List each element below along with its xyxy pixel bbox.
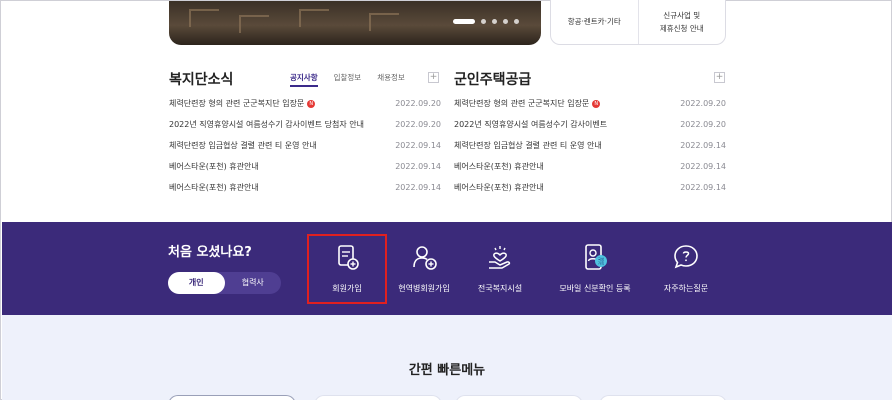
menu-label: 모바일 신분확인 등록 [559, 284, 631, 293]
signup-button[interactable]: 회원가입 [307, 234, 387, 304]
mobile-id-button[interactable]: 국방 가족 모바일 신분확인 등록 [555, 236, 635, 302]
list-item[interactable]: 체력단련장 입금협상 결렬 관련 티 운영 안내 2022.09.14 [454, 135, 726, 156]
welfare-news-title: 복지단소식 [169, 72, 234, 88]
toggle-personal[interactable]: 개인 [168, 272, 225, 294]
item-date: 2022.09.14 [680, 162, 726, 171]
user-plus-icon [413, 246, 437, 270]
banner-pagination [453, 19, 519, 24]
item-text: 베어스타운(포천) 휴관안내 [169, 183, 259, 192]
faq-button[interactable]: 자주하는질문 [648, 236, 724, 302]
menu-label: 전국복지시설 [477, 284, 523, 293]
new-badge: N [592, 99, 601, 108]
tab-notice[interactable]: 공지사항 [290, 72, 318, 87]
first-visit-title: 처음 오셨나요? [168, 245, 252, 260]
item-date: 2022.09.20 [395, 120, 441, 129]
menu-label: 자주하는질문 [663, 284, 709, 293]
item-date: 2022.09.14 [680, 141, 726, 150]
banner-chair-shape [299, 9, 329, 27]
member-type-toggle: 개인 협력사 [168, 272, 281, 294]
item-text: 베어스타운(포천) 휴관안내 [454, 183, 544, 192]
pagination-dot[interactable] [492, 19, 497, 24]
document-plus-icon [338, 245, 359, 270]
pagination-dot[interactable] [514, 19, 519, 24]
tab-recruit[interactable]: 채용정보 [377, 72, 405, 87]
pagination-dot[interactable] [481, 19, 486, 24]
first-visit-band: 처음 오셨나요? 개인 협력사 회원가입 현역병회원가입 전국복지시설 국방 가… [2, 222, 892, 327]
banner-chair-shape [369, 13, 399, 31]
item-date: 2022.09.20 [395, 99, 441, 108]
pagination-dot-active[interactable] [453, 19, 475, 24]
housing-list: 체력단련장 형의 관련 군군복지단 입장문 N 2022.09.20 2022년 … [454, 93, 726, 198]
item-text: 체력단련장 형의 관련 군군복지단 입장문 [169, 99, 305, 108]
item-date: 2022.09.14 [680, 183, 726, 192]
quick-menu-title: 간편 빠른메뉴 [408, 363, 486, 378]
faq-bubble-icon [674, 245, 698, 269]
item-date: 2022.09.20 [680, 120, 726, 129]
list-item[interactable]: 2022년 직영휴양시설 여름성수기 감사이벤트 당첨자 안내 2022.09.… [169, 114, 441, 135]
list-item[interactable]: 체력단련장 형의 관련 군군복지단 입장문 N 2022.09.20 [454, 93, 726, 114]
housing-more-icon[interactable]: + [714, 72, 725, 83]
quick-menu-card[interactable] [599, 395, 727, 400]
item-text: 베어스타운(포천) 휴관안내 [169, 162, 259, 171]
list-item[interactable]: 베어스타운(포천) 휴관안내 2022.09.14 [454, 177, 726, 198]
quick-link-air-rent[interactable]: 항공·렌트카·기타 [551, 0, 638, 44]
svg-text:가족: 가족 [598, 261, 604, 266]
item-date: 2022.09.20 [680, 99, 726, 108]
list-item[interactable]: 체력단련장 형의 관련 군군복지단 입장문 N 2022.09.20 [169, 93, 441, 114]
menu-label: 현역병회원가입 [398, 284, 450, 293]
item-text: 2022년 직영휴양시설 여름성수기 감사이벤트 [454, 120, 608, 129]
quick-menu-section: 간편 빠른메뉴 [2, 315, 892, 400]
item-text: 2022년 직영휴양시설 여름성수기 감사이벤트 당첨자 안내 [169, 120, 364, 129]
quick-menu-card[interactable] [314, 395, 442, 400]
menu-label: 회원가입 [332, 284, 362, 293]
hand-heart-icon [489, 246, 511, 269]
welfare-news-tabs: 공지사항 입찰정보 채용정보 [290, 72, 405, 87]
quick-menu-card[interactable] [168, 395, 296, 400]
item-date: 2022.09.14 [395, 162, 441, 171]
new-badge: N [307, 99, 316, 108]
banner-chair-shape [239, 15, 269, 33]
list-item[interactable]: 베어스타운(포천) 휴관안내 2022.09.14 [169, 177, 441, 198]
pagination-dot[interactable] [503, 19, 508, 24]
banner-chair-shape [189, 9, 219, 27]
housing-title: 군인주택공급 [454, 72, 532, 88]
quick-link-label-line1: 신규사업 및 [663, 10, 701, 20]
tab-bid[interactable]: 입찰정보 [334, 72, 362, 87]
toggle-partner[interactable]: 협력사 [225, 272, 282, 294]
item-text: 체력단련장 입금협상 결렬 관련 티 운영 안내 [169, 141, 317, 150]
quick-menu-card[interactable] [455, 395, 583, 400]
mobile-id-icon: 국방 가족 [585, 244, 607, 270]
quick-link-label: 항공·렌트카·기타 [567, 17, 621, 26]
quick-link-partnership[interactable]: 신규사업 및 제휴신청 안내 [637, 0, 726, 44]
list-item[interactable]: 베어스타운(포천) 휴관안내 2022.09.14 [169, 156, 441, 177]
welfare-news-more-icon[interactable]: + [428, 72, 439, 83]
welfare-news-list: 체력단련장 형의 관련 군군복지단 입장문 N 2022.09.20 2022년 … [169, 93, 441, 198]
list-item[interactable]: 체력단련장 입금협상 결렬 관련 티 운영 안내 2022.09.14 [169, 135, 441, 156]
list-item[interactable]: 베어스타운(포천) 휴관안내 2022.09.14 [454, 156, 726, 177]
welfare-facilities-button[interactable]: 전국복지시설 [462, 236, 538, 302]
item-date: 2022.09.14 [395, 183, 441, 192]
quick-link-label-line2: 제휴신청 안내 [659, 23, 704, 33]
soldier-signup-button[interactable]: 현역병회원가입 [386, 236, 462, 302]
quick-links-box: 항공·렌트카·기타 신규사업 및 제휴신청 안내 [550, 0, 726, 45]
item-text: 베어스타운(포천) 휴관안내 [454, 162, 544, 171]
list-item[interactable]: 2022년 직영휴양시설 여름성수기 감사이벤트 2022.09.20 [454, 114, 726, 135]
item-text: 체력단련장 형의 관련 군군복지단 입장문 [454, 99, 590, 108]
item-date: 2022.09.14 [395, 141, 441, 150]
item-text: 체력단련장 입금협상 결렬 관련 티 운영 안내 [454, 141, 602, 150]
